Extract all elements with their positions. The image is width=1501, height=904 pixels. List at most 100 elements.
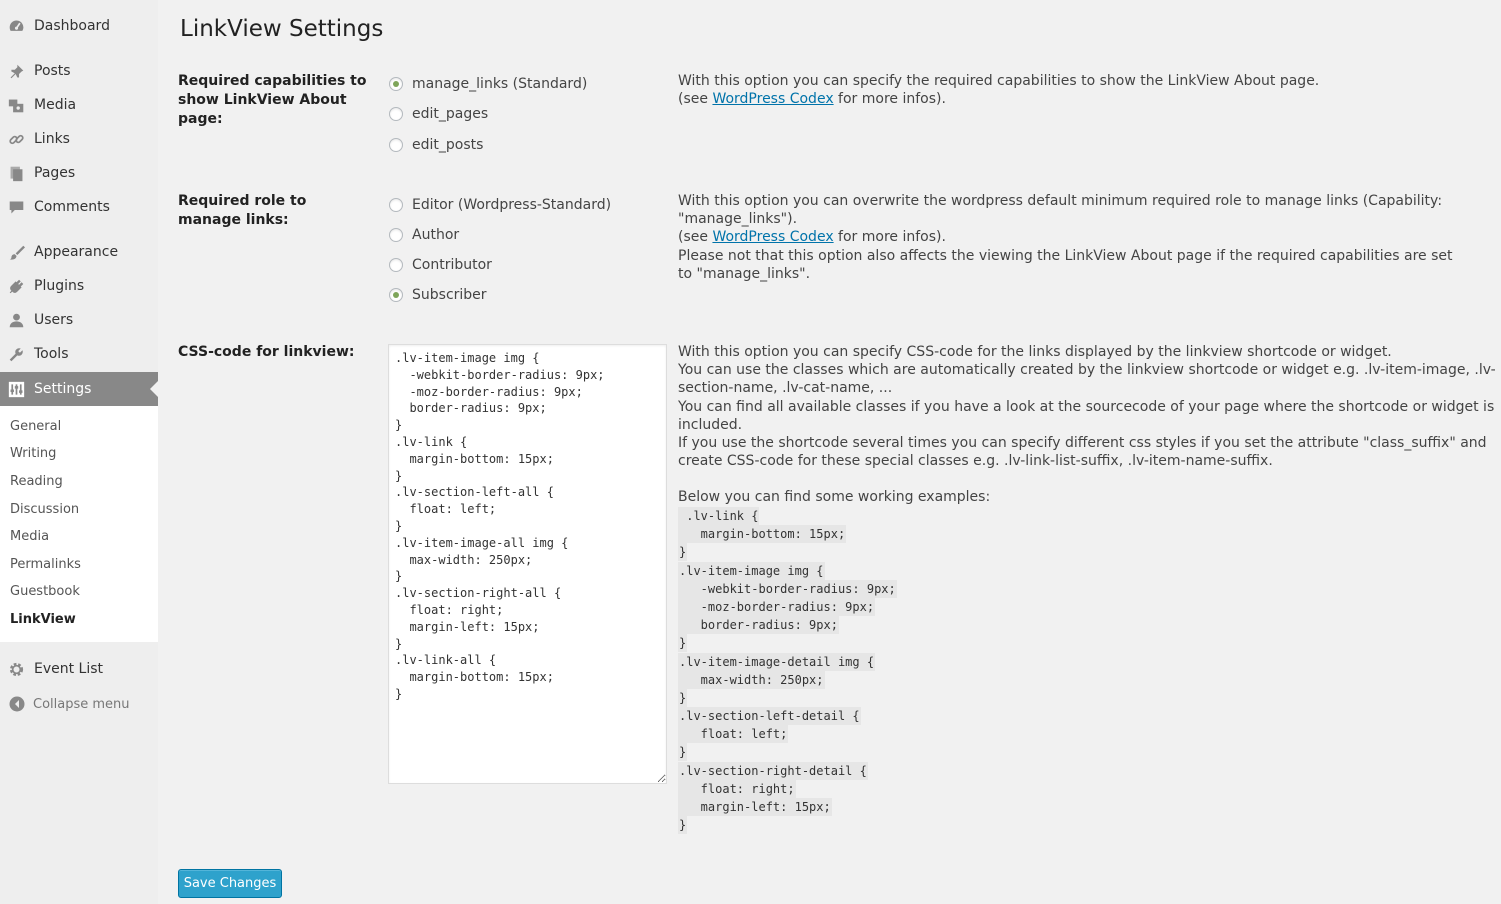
capability-option-label: manage_links (Standard)	[412, 76, 588, 92]
menu-item-pages[interactable]: Pages	[0, 156, 158, 190]
role-description: With this option you can overwrite the w…	[678, 192, 1468, 283]
code-line: .lv-section-left-detail {	[678, 707, 861, 726]
menu-label-comments: Comments	[34, 199, 110, 215]
code-line: .lv-item-image-detail img {	[678, 652, 876, 671]
submenu-item-writing[interactable]: Writing	[10, 446, 56, 461]
submenu-item-guestbook[interactable]: Guestbook	[10, 584, 80, 599]
role-desc-note: Please not that this option also affects…	[678, 247, 1453, 282]
dashboard-icon	[7, 17, 25, 35]
page-title: LinkView Settings	[180, 16, 384, 42]
see-prefix: (see	[678, 91, 713, 108]
submenu-item-media[interactable]: Media	[10, 529, 49, 544]
menu-label-tools: Tools	[34, 346, 69, 362]
role-option-contributor[interactable]: Contributor	[389, 257, 492, 273]
code-line: max-width: 250px;	[678, 670, 825, 689]
submenu-item-reading[interactable]: Reading	[10, 474, 63, 489]
plug-icon	[7, 277, 25, 295]
role-option-label: Subscriber	[412, 287, 487, 303]
menu-label-appearance: Appearance	[34, 244, 119, 260]
menu-item-users[interactable]: Users	[0, 303, 158, 337]
code-line: .lv-item-image img {	[678, 561, 825, 580]
css-examples-intro: Below you can find some working examples…	[678, 489, 991, 506]
settings-submenu: General Writing Reading Discussion Media…	[0, 406, 158, 642]
css-desc-p1: With this option you can specify CSS-cod…	[678, 344, 1392, 360]
menu-item-appearance[interactable]: Appearance	[0, 235, 158, 269]
role-desc-line: With this option you can overwrite the w…	[678, 193, 1443, 228]
radio-button[interactable]	[389, 258, 403, 272]
code-line: .lv-section-right-detail {	[678, 761, 868, 780]
menu-label-plugins: Plugins	[34, 278, 85, 294]
see-prefix: (see	[678, 229, 713, 246]
code-line: }	[678, 743, 688, 762]
page-icon	[7, 164, 25, 182]
see-suffix: for more infos).	[833, 91, 946, 108]
code-line: }	[678, 634, 688, 653]
radio-button[interactable]	[389, 198, 403, 212]
menu-label-users: Users	[34, 312, 74, 328]
submenu-item-linkview[interactable]: LinkView	[10, 612, 76, 627]
radio-button[interactable]	[389, 138, 403, 152]
wordpress-codex-link[interactable]: WordPress Codex	[712, 229, 833, 245]
collapse-menu-label: Collapse menu	[33, 696, 130, 712]
css-description: With this option you can specify CSS-cod…	[678, 343, 1496, 507]
menu-item-tools[interactable]: Tools	[0, 337, 158, 371]
capabilities-label: Required capabilities to show LinkView A…	[178, 73, 367, 127]
css-examples-code: .lv-link { margin-bottom: 15px; } .lv-it…	[678, 507, 897, 835]
menu-item-event-list[interactable]: Event List	[0, 652, 158, 686]
role-option-editor[interactable]: Editor (Wordpress-Standard)	[389, 197, 611, 213]
media-icon	[7, 96, 25, 114]
menu-item-media[interactable]: Media	[0, 88, 158, 122]
role-option-subscriber[interactable]: Subscriber	[389, 287, 487, 303]
code-line: margin-bottom: 15px;	[678, 525, 847, 544]
user-icon	[7, 311, 25, 329]
code-line: border-radius: 9px;	[678, 616, 839, 635]
radio-button[interactable]	[389, 107, 403, 121]
menu-label-event-list: Event List	[34, 661, 104, 677]
css-code-label: CSS-code for linkview:	[178, 344, 355, 360]
capability-option-edit-posts[interactable]: edit_posts	[389, 137, 483, 153]
role-desc-see: (see WordPress Codex for more infos).	[678, 228, 1468, 246]
wordpress-codex-link[interactable]: WordPress Codex	[712, 91, 833, 107]
menu-label-pages: Pages	[34, 165, 76, 181]
admin-sidebar: Dashboard Posts Media Links Pages Commen…	[0, 0, 158, 904]
radio-button[interactable]	[389, 77, 403, 91]
role-label: Required role to manage links:	[178, 193, 307, 228]
menu-item-comments[interactable]: Comments	[0, 190, 158, 224]
css-desc-p4: If you use the shortcode several times y…	[678, 435, 1487, 470]
code-line: margin-left: 15px;	[678, 798, 832, 816]
comment-icon	[7, 198, 25, 216]
code-line: -moz-border-radius: 9px;	[678, 597, 876, 616]
collapse-arrow-icon	[9, 696, 25, 712]
role-option-label: Contributor	[412, 257, 492, 273]
radio-button[interactable]	[389, 228, 403, 242]
submenu-item-permalinks[interactable]: Permalinks	[10, 557, 81, 572]
code-line: .lv-link {	[678, 507, 760, 525]
code-line: float: right;	[678, 779, 796, 798]
pin-icon	[7, 62, 25, 80]
settings-icon	[7, 380, 25, 398]
menu-item-settings[interactable]: Settings	[0, 372, 158, 406]
collapse-menu-button[interactable]: Collapse menu	[0, 692, 158, 716]
save-changes-button[interactable]: Save Changes	[178, 869, 282, 898]
capability-option-manage-links[interactable]: manage_links (Standard)	[389, 76, 587, 92]
link-icon	[7, 130, 25, 148]
code-line: -webkit-border-radius: 9px;	[678, 579, 897, 598]
capability-option-edit-pages[interactable]: edit_pages	[389, 106, 488, 122]
radio-button[interactable]	[389, 288, 403, 302]
menu-item-posts[interactable]: Posts	[0, 54, 158, 88]
menu-item-dashboard[interactable]: Dashboard	[0, 9, 158, 43]
submenu-item-discussion[interactable]: Discussion	[10, 502, 79, 517]
menu-item-links[interactable]: Links	[0, 122, 158, 156]
capability-option-label: edit_pages	[412, 106, 489, 122]
capabilities-description: With this option you can specify the req…	[678, 72, 1496, 108]
menu-label-settings: Settings	[34, 381, 92, 397]
role-option-author[interactable]: Author	[389, 227, 459, 243]
see-suffix: for more infos).	[833, 229, 946, 246]
css-desc-p2: You can use the classes which are automa…	[678, 362, 1496, 397]
menu-item-plugins[interactable]: Plugins	[0, 269, 158, 303]
submenu-item-general[interactable]: General	[10, 419, 61, 434]
brush-icon	[7, 243, 25, 261]
gear-icon	[7, 660, 25, 678]
menu-label-dashboard: Dashboard	[34, 18, 110, 34]
css-code-textarea[interactable]: .lv-item-image img { -webkit-border-radi…	[388, 344, 667, 784]
